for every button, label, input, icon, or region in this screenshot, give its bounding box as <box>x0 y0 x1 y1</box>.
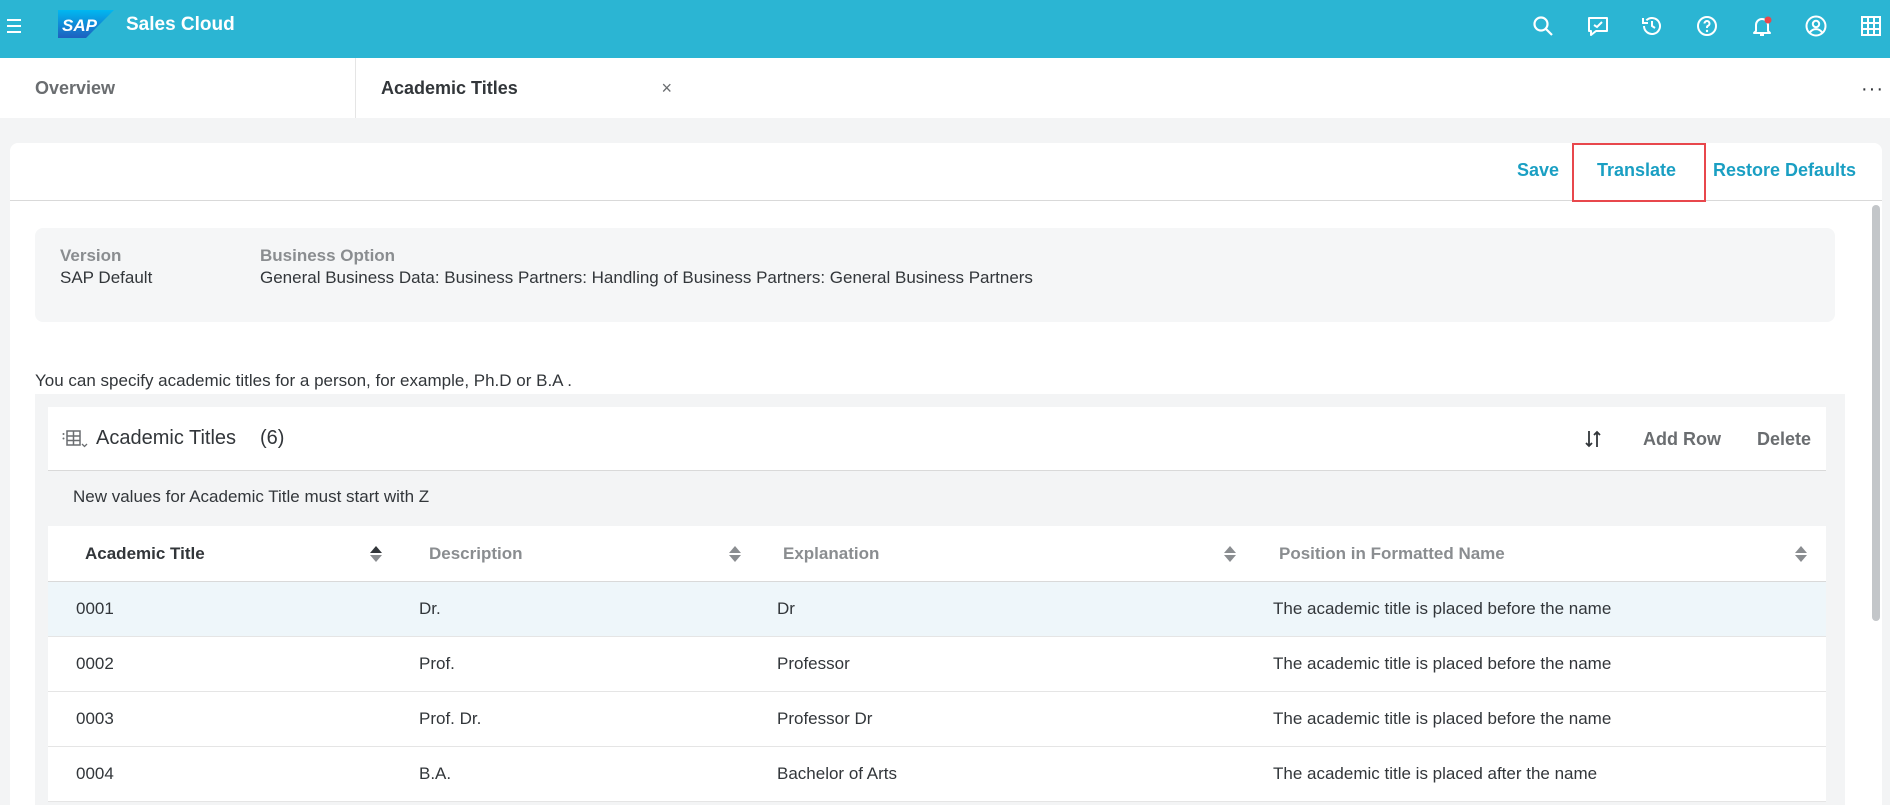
sap-logo[interactable]: SAP <box>58 10 114 38</box>
grid-icon[interactable] <box>1858 13 1884 39</box>
info-card: Version SAP Default Business Option Gene… <box>35 228 1835 322</box>
cell-explanation[interactable]: Professor Dr <box>777 709 872 729</box>
table-row[interactable]: 0004 B.A. Bachelor of Arts The academic … <box>48 747 1826 802</box>
table-header: Academic Title Description Explanation P… <box>48 526 1826 582</box>
sort-indicator-icon[interactable] <box>368 544 384 564</box>
cell-explanation[interactable]: Professor <box>777 654 850 674</box>
app-title[interactable]: Sales Cloud <box>126 14 235 36</box>
cell-academic-title[interactable]: 0004 <box>76 764 114 784</box>
cell-description[interactable]: Prof. Dr. <box>419 709 481 729</box>
cell-position[interactable]: The academic title is placed after the n… <box>1273 764 1597 784</box>
svg-text:SAP: SAP <box>62 16 98 35</box>
vertical-scrollbar[interactable] <box>1870 205 1882 625</box>
user-icon[interactable] <box>1803 13 1829 39</box>
menu-icon[interactable] <box>4 14 28 38</box>
sort-indicator-icon[interactable] <box>1222 544 1238 564</box>
action-bar: Save Translate Restore Defaults <box>10 143 1882 202</box>
cell-position[interactable]: The academic title is placed before the … <box>1273 654 1611 674</box>
tab-label: Overview <box>35 77 116 98</box>
add-row-button[interactable]: Add Row <box>1643 429 1721 450</box>
version-label: Version <box>60 246 122 265</box>
content-panel: Save Translate Restore Defaults Version … <box>10 143 1882 805</box>
delete-button[interactable]: Delete <box>1757 429 1811 450</box>
tab-overview[interactable]: Overview <box>0 58 355 118</box>
shell-bar: SAP Sales Cloud <box>0 0 1890 58</box>
business-option-value: General Business Data: Business Partners… <box>260 268 1033 287</box>
tab-strip: Overview Academic Titles × ··· <box>0 58 1890 118</box>
cell-position[interactable]: The academic title is placed before the … <box>1273 709 1611 729</box>
tab-academic-titles[interactable]: Academic Titles × <box>355 58 700 118</box>
cell-description[interactable]: Dr. <box>419 599 441 619</box>
feedback-icon[interactable] <box>1585 13 1611 39</box>
business-option-label: Business Option <box>260 246 396 265</box>
table-title: Academic Titles <box>96 427 237 449</box>
cell-explanation[interactable]: Bachelor of Arts <box>777 764 897 784</box>
table-row[interactable]: 0003 Prof. Dr. Professor Dr The academic… <box>48 692 1826 747</box>
close-icon[interactable]: × <box>661 78 672 99</box>
overflow-icon[interactable]: ··· <box>1861 78 1884 101</box>
column-header-academic-title[interactable]: Academic Title <box>85 544 205 564</box>
sort-icon[interactable] <box>1584 429 1602 454</box>
column-header-description[interactable]: Description <box>429 544 523 564</box>
save-button[interactable]: Save <box>1517 160 1559 181</box>
sort-indicator-icon[interactable] <box>1793 544 1809 564</box>
translate-highlight-box <box>1572 143 1706 202</box>
tab-label: Academic Titles <box>381 77 518 98</box>
table-row[interactable]: 0002 Prof. Professor The academic title … <box>48 637 1826 692</box>
table-count: (6) <box>260 427 285 449</box>
help-icon[interactable] <box>1694 13 1720 39</box>
cell-academic-title[interactable]: 0002 <box>76 654 114 674</box>
cell-description[interactable]: Prof. <box>419 654 455 674</box>
column-header-explanation[interactable]: Explanation <box>783 544 879 564</box>
cell-academic-title[interactable]: 0001 <box>76 599 114 619</box>
history-icon[interactable] <box>1639 13 1665 39</box>
sort-indicator-icon[interactable] <box>727 544 743 564</box>
scrollbar-thumb[interactable] <box>1872 205 1880 621</box>
column-header-position[interactable]: Position in Formatted Name <box>1279 544 1505 564</box>
cell-description[interactable]: B.A. <box>419 764 451 784</box>
version-value: SAP Default <box>60 268 153 287</box>
tab-strip-background <box>700 58 1890 118</box>
notification-icon[interactable] <box>1749 13 1775 39</box>
table-settings-icon[interactable] <box>62 429 88 454</box>
search-icon[interactable] <box>1530 13 1556 39</box>
hint-text: You can specify academic titles for a pe… <box>35 371 573 390</box>
table-row[interactable]: 0001 Dr. Dr The academic title is placed… <box>48 582 1826 637</box>
cell-academic-title[interactable]: 0003 <box>76 709 114 729</box>
cell-explanation[interactable]: Dr <box>777 599 795 619</box>
table-info-bar: New values for Academic Title must start… <box>48 472 1826 526</box>
cell-position[interactable]: The academic title is placed before the … <box>1273 599 1611 619</box>
table-info-text: New values for Academic Title must start… <box>73 487 430 506</box>
table-container: Academic Titles (6) Add Row Delete New v… <box>35 394 1845 805</box>
table-toolbar: Academic Titles (6) Add Row Delete <box>48 407 1826 471</box>
restore-defaults-button[interactable]: Restore Defaults <box>1713 160 1856 181</box>
